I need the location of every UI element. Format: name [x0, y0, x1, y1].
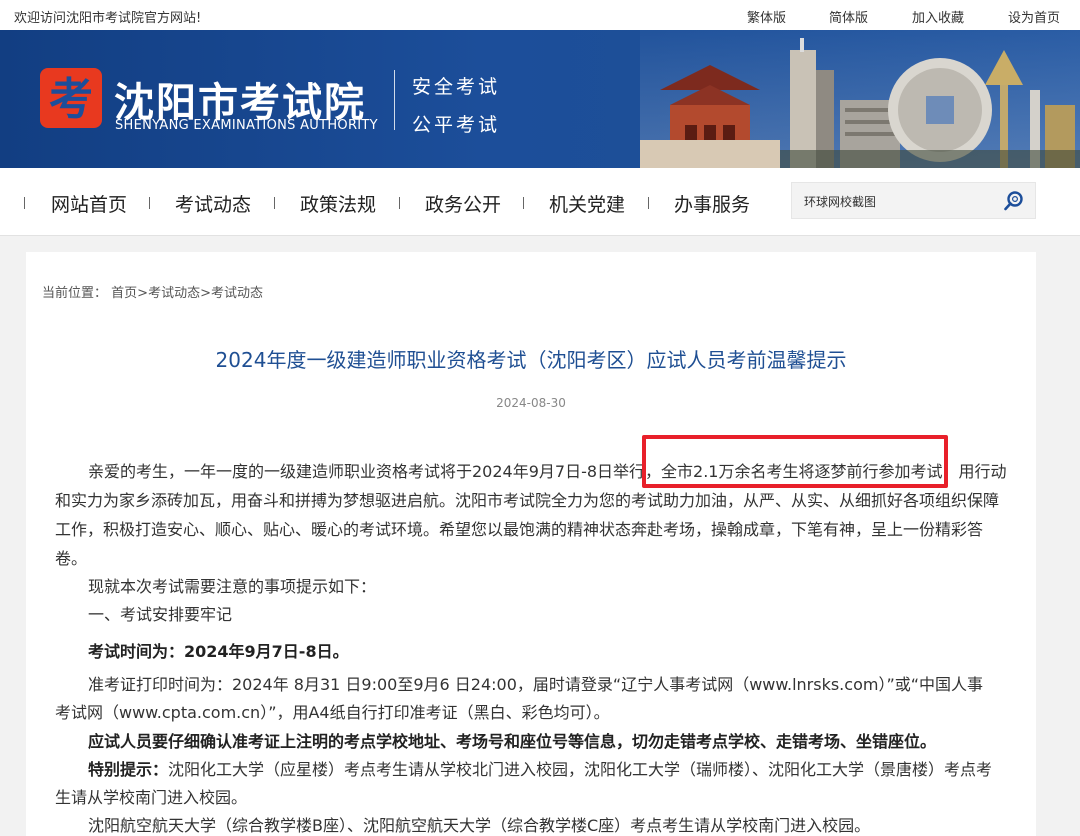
article-paragraph-line: 和实力为家乡添砖加瓦，用奋斗和拼搏为梦想驱进启航。沈阳市考试院全力为您的考试助力… — [55, 491, 1000, 510]
red-highlight-box — [642, 435, 948, 488]
special-note-label: 特别提示： — [88, 760, 169, 779]
article-paragraph-line: 现就本次考试需要注意的事项提示如下： — [88, 577, 377, 596]
header-banner: 考 沈阳市考试院 SHENYANG EXAMINATIONS AUTHORITY… — [0, 30, 1080, 168]
article-paragraph-line: 工作，积极打造安心、顺心、贴心、暖心的考试环境。希望您以最饱满的精神状态奔赴考场… — [55, 520, 984, 539]
nav-separator — [399, 197, 400, 209]
article-paragraph-line: 准考证打印时间为：2024年 8月31 日9:00至9月6 日24:00，届时请… — [88, 675, 984, 694]
exam-time-line: 考试时间为：2024年9月7日-8日。 — [88, 642, 349, 661]
article-paragraph-line: 沈阳航空航天大学（综合教学楼B座）、沈阳航空航天大学（综合教学楼C座）考点考生请… — [88, 816, 871, 835]
traditional-chinese-link[interactable]: 繁体版 — [747, 7, 786, 26]
breadcrumb-label: 当前位置： — [42, 286, 108, 301]
breadcrumb: 当前位置： 首页>考试动态>考试动态 — [42, 282, 263, 301]
nav-item-home[interactable]: 网站首页 — [51, 190, 127, 217]
main-nav: 网站首页 考试动态 政策法规 政务公开 机关党建 办事服务 — [0, 168, 1080, 236]
article-paragraph-line: 生请从学校南门进入校园。 — [55, 788, 248, 807]
logo-divider — [394, 70, 395, 130]
nav-item-government-affairs[interactable]: 政务公开 — [425, 190, 501, 217]
nav-item-services[interactable]: 办事服务 — [674, 190, 750, 217]
site-subtitle: SHENYANG EXAMINATIONS AUTHORITY — [115, 118, 378, 133]
important-notice-line: 应试人员要仔细确认准考证上注明的考点学校地址、考场号和座位号等信息，切勿走错考点… — [88, 732, 937, 751]
nav-item-exam-news[interactable]: 考试动态 — [175, 190, 251, 217]
breadcrumb-exam-news-link[interactable]: 考试动态 — [148, 286, 200, 301]
nav-separator — [149, 197, 150, 209]
article-panel: 当前位置： 首页>考试动态>考试动态 2024年度一级建造师职业资格考试（沈阳考… — [26, 252, 1036, 836]
breadcrumb-home-link[interactable]: 首页 — [111, 286, 137, 301]
simplified-chinese-link[interactable]: 简体版 — [829, 7, 868, 26]
set-homepage-link[interactable]: 设为首页 — [1008, 7, 1060, 26]
city-skyline-image — [640, 30, 1080, 168]
section-heading: 一、考试安排要牢记 — [88, 605, 233, 624]
article-date: 2024-08-30 — [496, 396, 566, 410]
nav-item-policies[interactable]: 政策法规 — [300, 190, 376, 217]
special-note-line: 特别提示：沈阳化工大学（应星楼）考点考生请从学校北门进入校园，沈阳化工大学（瑞师… — [88, 756, 992, 780]
article-paragraph-line: 考试网（www.cpta.com.cn）”，用A4纸自行打印准考证（黑白、彩色均… — [55, 703, 610, 722]
breadcrumb-current-link[interactable]: 考试动态 — [211, 286, 263, 301]
special-note-text: 沈阳化工大学（应星楼）考点考生请从学校北门进入校园，沈阳化工大学（瑞师楼）、沈阳… — [168, 760, 993, 779]
nav-separator — [523, 197, 524, 209]
nav-separator — [24, 197, 25, 209]
search-input[interactable] — [804, 192, 994, 210]
breadcrumb-separator: > — [137, 286, 149, 301]
article-title: 2024年度一级建造师职业资格考试（沈阳考区）应试人员考前温馨提示 — [215, 348, 847, 372]
add-favorite-link[interactable]: 加入收藏 — [912, 7, 964, 26]
svg-text:考: 考 — [49, 74, 93, 125]
exam-logo-icon[interactable]: 考 — [40, 68, 102, 128]
search-icon[interactable] — [1003, 190, 1025, 212]
nav-separator — [648, 197, 649, 209]
slogan-safe-exam: 安全考试 — [412, 76, 501, 98]
search-box — [791, 182, 1036, 219]
slogan-fair-exam: 公平考试 — [412, 114, 501, 136]
top-bar: 欢迎访问沈阳市考试院官方网站! 繁体版 简体版 加入收藏 设为首页 — [0, 0, 1080, 30]
nav-separator — [274, 197, 275, 209]
nav-item-party-building[interactable]: 机关党建 — [549, 190, 625, 217]
welcome-text: 欢迎访问沈阳市考试院官方网站! — [14, 11, 202, 26]
breadcrumb-separator: > — [200, 286, 211, 301]
article-paragraph-line: 卷。 — [55, 549, 88, 568]
